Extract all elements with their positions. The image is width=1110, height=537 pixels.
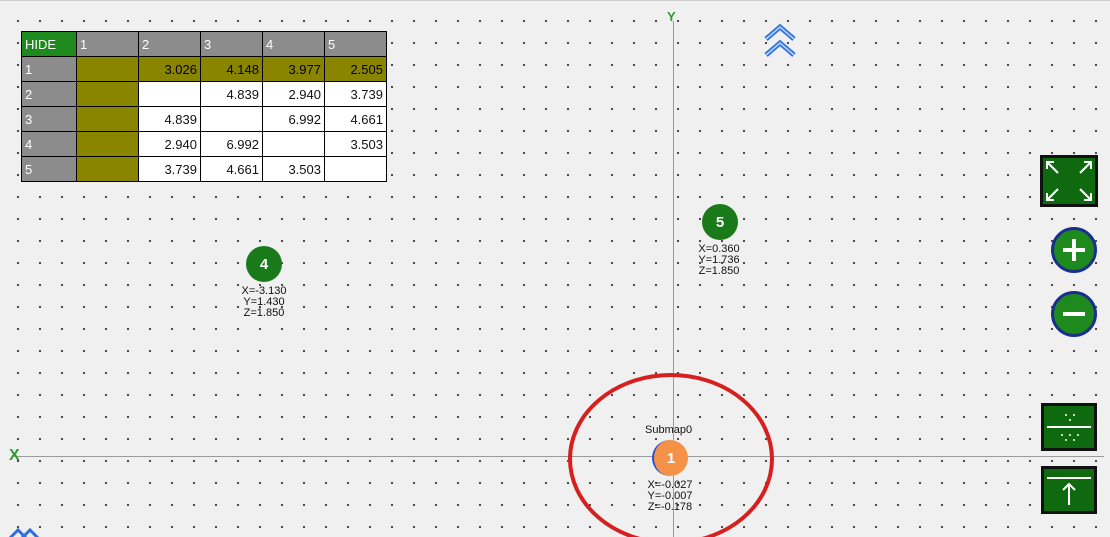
table-cell[interactable]: 2.940 bbox=[262, 81, 325, 107]
table-row: 2 4.839 2.940 3.739 bbox=[21, 81, 387, 107]
map-node-5[interactable]: 5 bbox=[702, 204, 738, 240]
table-cell[interactable]: 3.739 bbox=[324, 81, 387, 107]
node-5-z: Z=1.850 bbox=[698, 265, 740, 277]
table-cell[interactable] bbox=[76, 81, 139, 107]
row-header: 2 bbox=[21, 81, 77, 107]
node-5-coordinates: X=0.360 Y=1.736 Z=1.850 bbox=[684, 244, 754, 277]
table-cell[interactable]: 3.503 bbox=[262, 156, 325, 182]
row-header: 4 bbox=[21, 131, 77, 157]
table-cell[interactable] bbox=[76, 131, 139, 157]
table-cell[interactable] bbox=[200, 106, 263, 132]
table-cell[interactable]: 3.739 bbox=[138, 156, 201, 182]
table-cell[interactable]: 4.661 bbox=[324, 106, 387, 132]
table-cell[interactable] bbox=[138, 81, 201, 107]
table-cell[interactable]: 2.940 bbox=[138, 131, 201, 157]
node-4-coordinates: X=-3.130 Y=1.430 Z=1.850 bbox=[229, 286, 299, 319]
column-header: 2 bbox=[138, 31, 201, 57]
node-4-z: Z=1.850 bbox=[243, 307, 285, 319]
table-cell[interactable]: 4.661 bbox=[200, 156, 263, 182]
fit-view-button[interactable] bbox=[1040, 155, 1098, 207]
table-cell[interactable] bbox=[262, 131, 325, 157]
table-cell[interactable] bbox=[76, 156, 139, 182]
table-header-row: HIDE 1 2 3 4 5 bbox=[21, 31, 387, 57]
fit-view-icon bbox=[1046, 161, 1092, 201]
table-cell[interactable]: 2.505 bbox=[324, 56, 387, 82]
zoom-out-button[interactable] bbox=[1051, 291, 1097, 337]
table-cell[interactable]: 4.839 bbox=[138, 106, 201, 132]
row-header: 3 bbox=[21, 106, 77, 132]
distance-table: HIDE 1 2 3 4 5 1 3.026 4.148 3.977 2.505… bbox=[21, 31, 387, 182]
zoom-in-icon bbox=[1063, 239, 1085, 261]
row-header: 1 bbox=[21, 56, 77, 82]
table-row: 1 3.026 4.148 3.977 2.505 bbox=[21, 56, 387, 82]
highlight-ellipse bbox=[568, 373, 774, 537]
table-cell[interactable]: 3.026 bbox=[138, 56, 201, 82]
x-axis-line bbox=[14, 456, 1104, 457]
table-row: 3 4.839 6.992 4.661 bbox=[21, 106, 387, 132]
partial-arrow-icon bbox=[8, 528, 40, 537]
x-axis-label: X bbox=[9, 447, 20, 464]
column-header: 4 bbox=[262, 31, 325, 57]
table-row: 4 2.940 6.992 3.503 bbox=[21, 131, 387, 157]
table-cell[interactable] bbox=[76, 56, 139, 82]
column-header: 5 bbox=[324, 31, 387, 57]
table-cell[interactable]: 3.503 bbox=[324, 131, 387, 157]
grid-toggle-icon bbox=[1047, 414, 1091, 441]
anchor-icon bbox=[1047, 477, 1091, 505]
grid-toggle-button[interactable] bbox=[1041, 403, 1097, 451]
collapse-up-icon[interactable] bbox=[763, 21, 797, 59]
column-header: 1 bbox=[76, 31, 139, 57]
table-cell[interactable]: 3.977 bbox=[262, 56, 325, 82]
hide-button[interactable]: HIDE bbox=[21, 31, 77, 57]
table-row: 5 3.739 4.661 3.503 bbox=[21, 156, 387, 182]
table-cell[interactable]: 6.992 bbox=[262, 106, 325, 132]
table-cell[interactable]: 4.839 bbox=[200, 81, 263, 107]
table-cell[interactable]: 4.148 bbox=[200, 56, 263, 82]
row-header: 5 bbox=[21, 156, 77, 182]
zoom-in-button[interactable] bbox=[1051, 227, 1097, 273]
map-canvas[interactable]: X Y HIDE 1 2 3 4 5 1 3.026 4.148 3.977 2… bbox=[0, 0, 1110, 537]
y-axis-label: Y bbox=[667, 9, 676, 24]
table-cell[interactable] bbox=[324, 156, 387, 182]
table-cell[interactable]: 6.992 bbox=[200, 131, 263, 157]
table-cell[interactable] bbox=[76, 106, 139, 132]
anchor-button[interactable] bbox=[1041, 466, 1097, 514]
map-node-4[interactable]: 4 bbox=[246, 246, 282, 282]
column-header: 3 bbox=[200, 31, 263, 57]
zoom-out-icon bbox=[1063, 312, 1085, 316]
